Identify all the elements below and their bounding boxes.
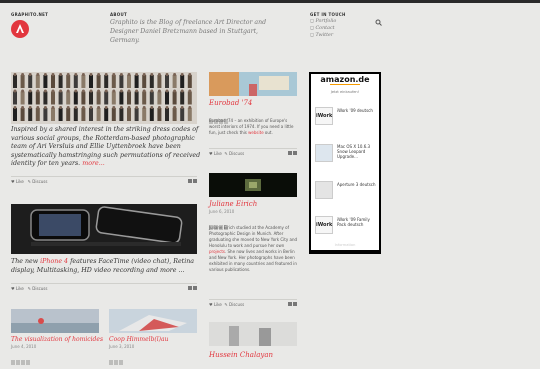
post6-date: June 3, 2010: [109, 344, 135, 349]
post3-image[interactable]: [209, 72, 297, 96]
post1-more-link[interactable]: more...: [82, 160, 105, 167]
post3-link[interactable]: website: [248, 130, 264, 135]
search-icon[interactable]: [375, 11, 382, 30]
iwork-box-icon: iWork: [315, 216, 333, 234]
post4-title[interactable]: Juliane Eirich: [209, 200, 257, 208]
post1-actions: ♥ Like ✎ Discuss: [11, 176, 197, 184]
discuss-button[interactable]: ✎ Discuss: [224, 151, 244, 156]
amazon-information-link[interactable]: Information: [309, 243, 381, 247]
post1-image[interactable]: [11, 72, 197, 124]
post5-title[interactable]: The visualization of homicides: [11, 336, 103, 343]
contact-link-twitter[interactable]: ◻ Twitter: [310, 32, 336, 39]
post4-link[interactable]: projects: [209, 249, 225, 254]
facebook-icon[interactable]: [288, 302, 292, 306]
like-button[interactable]: ♥ Like: [11, 179, 24, 184]
like-button[interactable]: ♥ Like: [209, 302, 222, 307]
aperture-box-icon: [315, 181, 333, 199]
post6-title[interactable]: Coop Himmelb(l)au: [109, 336, 168, 343]
twitter-icon[interactable]: [293, 302, 297, 306]
contact-heading: GET IN TOUCH: [310, 12, 346, 17]
post4-text: Juliane Eirich studied at the Academy of…: [209, 225, 298, 272]
site-name[interactable]: GRAPHITO.NET: [11, 12, 48, 17]
post5-tags: [11, 350, 31, 369]
like-button[interactable]: ♥ Like: [11, 286, 24, 291]
post2-image[interactable]: [11, 204, 197, 254]
post5-date: June 4, 2010: [11, 344, 37, 349]
logo[interactable]: [11, 20, 29, 38]
facebook-icon[interactable]: [188, 179, 192, 183]
post2-actions: ♥ Like ✎ Discuss: [11, 283, 197, 291]
post3-title[interactable]: Eurobad '74: [209, 99, 252, 107]
contact-link-contact[interactable]: ◻ Contact: [310, 25, 336, 32]
amazon-cta[interactable]: Jetzt einkaufen!: [311, 90, 379, 94]
top-bar: [0, 0, 540, 3]
about-text: Graphito is the Blog of freelance Art Di…: [110, 19, 267, 44]
twitter-icon[interactable]: [193, 179, 197, 183]
post3-actions: ♥ Like ✎ Discuss: [209, 148, 297, 156]
amazon-logo[interactable]: amazon.de: [311, 74, 379, 84]
post4-date: June 6, 2010: [209, 209, 235, 214]
post7-title[interactable]: Hussein Chalayan: [209, 351, 273, 359]
snow-leopard-box-icon: [315, 144, 333, 162]
post5-image[interactable]: [11, 309, 99, 333]
about-heading: ABOUT: [110, 12, 128, 17]
post4-image[interactable]: [209, 173, 297, 197]
post6-tags: [109, 350, 124, 369]
amazon-smile-icon: [330, 84, 360, 85]
post1-text: Inspired by a shared interest in the str…: [11, 126, 201, 167]
post6-image[interactable]: [109, 309, 197, 333]
logo-icon: [11, 20, 29, 38]
post2-link[interactable]: iPhone 4: [40, 258, 68, 265]
discuss-button[interactable]: ✎ Discuss: [28, 179, 48, 184]
post4-actions: ♥ Like ✎ Discuss: [209, 299, 297, 307]
twitter-icon[interactable]: [293, 151, 297, 155]
facebook-icon[interactable]: [188, 286, 192, 290]
amazon-widget: amazon.de Jetzt einkaufen! iWork iWork '…: [309, 72, 381, 254]
discuss-button[interactable]: ✎ Discuss: [28, 286, 48, 291]
like-button[interactable]: ♥ Like: [209, 151, 222, 156]
discuss-button[interactable]: ✎ Discuss: [224, 302, 244, 307]
post7-image[interactable]: [209, 322, 297, 346]
post3-text: Eurobad '74 – an exhibition of Europe's …: [209, 118, 294, 135]
contact-link-portfolio[interactable]: ◻ Portfolio: [310, 18, 336, 25]
twitter-icon[interactable]: [193, 286, 197, 290]
facebook-icon[interactable]: [288, 151, 292, 155]
post2-text: The new iPhone 4 features FaceTime (vide…: [11, 258, 195, 274]
iwork-box-icon: iWork: [315, 107, 333, 125]
